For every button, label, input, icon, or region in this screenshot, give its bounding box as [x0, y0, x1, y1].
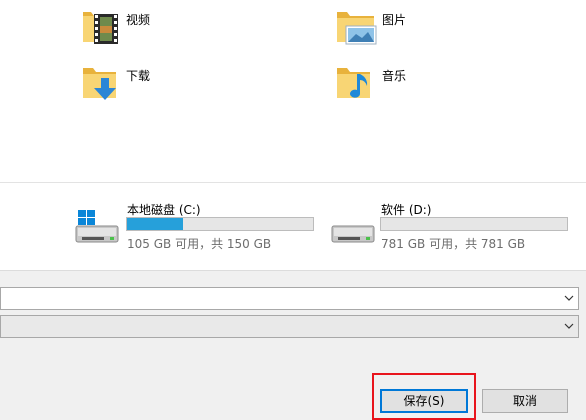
save-button[interactable]: 保存(S): [380, 389, 468, 413]
folder-label: 下载: [126, 69, 151, 83]
drive-usage-fill: [127, 218, 183, 230]
folder-label: 音乐: [382, 69, 407, 83]
drive-name: 本地磁盘 (C:): [127, 203, 201, 217]
music-folder-icon: [337, 68, 370, 98]
cancel-button[interactable]: 取消: [482, 389, 568, 413]
drive-icon: [331, 225, 375, 243]
chevron-down-icon[interactable]: [563, 292, 575, 304]
pictures-folder-icon: [337, 12, 377, 45]
section-divider: [0, 182, 586, 183]
video-folder-icon: [83, 12, 118, 44]
drive-usage-bar: [380, 217, 568, 231]
filetype-combobox[interactable]: [0, 315, 579, 338]
drive-size: 105 GB 可用，共 150 GB: [127, 237, 272, 251]
filename-combobox[interactable]: [0, 287, 579, 310]
downloads-folder-icon: [83, 68, 116, 100]
folder-label: 视频: [126, 13, 151, 27]
drive-size: 781 GB 可用，共 781 GB: [381, 237, 526, 251]
folder-label: 图片: [382, 13, 407, 27]
drive-name: 软件 (D:): [381, 203, 432, 217]
chevron-down-icon[interactable]: [563, 320, 575, 332]
windows-drive-icon: [75, 210, 119, 243]
drive-usage-bar: [126, 217, 314, 231]
